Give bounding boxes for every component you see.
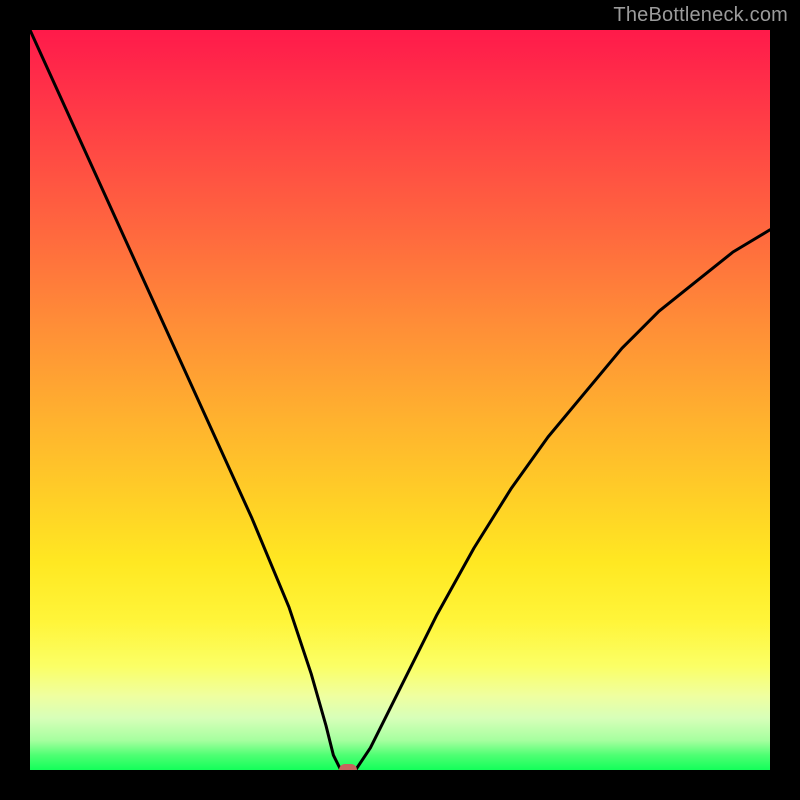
watermark-text: TheBottleneck.com [613, 4, 788, 27]
curve-svg [30, 30, 770, 770]
plot-area [30, 30, 770, 770]
chart-frame: TheBottleneck.com [0, 0, 800, 800]
optimum-marker [339, 764, 357, 770]
bottleneck-curve [30, 30, 770, 770]
